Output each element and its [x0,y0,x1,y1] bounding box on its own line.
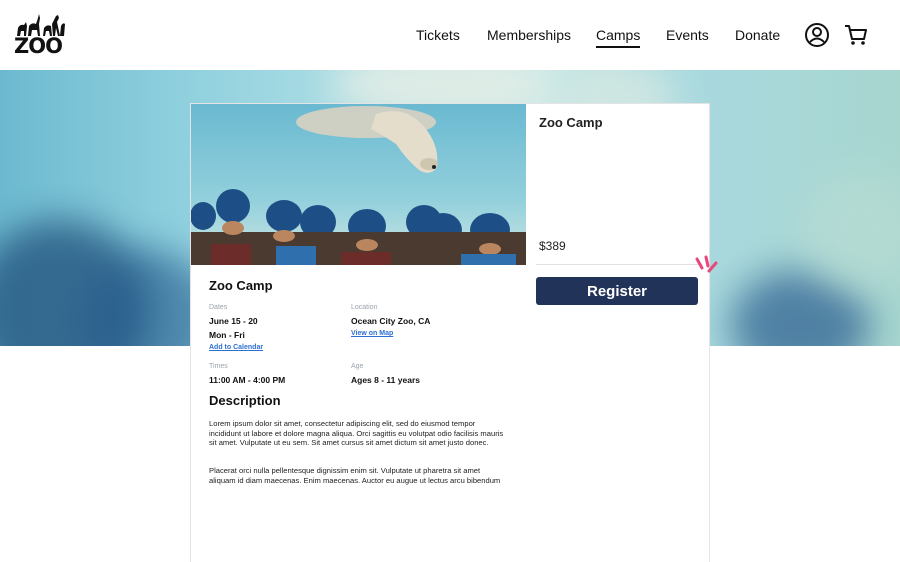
account-button[interactable] [804,22,830,48]
product-price: $389 [539,239,566,253]
divider [536,264,701,265]
camp-photo [191,104,526,265]
logo-text: ZOO [14,34,63,58]
age-label: Age [351,363,364,370]
location-value: Ocean City Zoo, CA [351,316,431,326]
product-title: Zoo Camp [539,115,603,130]
cart-button[interactable] [843,22,869,48]
times-value: 11:00 AM - 4:00 PM [209,375,286,385]
nav-camps[interactable]: Camps [596,25,641,48]
purchase-panel: Zoo Camp $389 [526,104,711,304]
description-paragraph: Lorem ipsum dolor sit amet, consectetur … [209,419,504,448]
nav-memberships[interactable]: Memberships [487,25,571,45]
site-header: ZOO Tickets Memberships Camps Events Don… [0,0,900,70]
days-value: Mon - Fri [209,330,245,340]
dates-label: Dates [209,304,228,311]
sparkle-icon [695,255,718,273]
view-on-map-link[interactable]: View on Map [351,330,393,337]
nav-tickets[interactable]: Tickets [416,25,460,45]
description-paragraph: Placerat orci nulla pellentesque digniss… [209,466,501,485]
camp-card: Zoo Camp $389 Register Zoo Camp Dates Ju… [190,103,718,562]
description-title: Description [209,393,281,408]
shopping-cart-icon [845,25,867,45]
location-label: Location [351,304,378,311]
nav-events[interactable]: Events [666,25,709,45]
age-value: Ages 8 - 11 years [351,375,420,385]
polar-bear-photo [191,104,526,265]
camp-title: Zoo Camp [209,278,273,293]
times-label: Times [209,363,228,370]
nav-donate[interactable]: Donate [735,25,780,45]
dates-value: June 15 - 20 [209,316,258,326]
register-button[interactable]: Register [536,277,698,305]
user-circle-icon [805,23,829,47]
zoo-logo[interactable]: ZOO [14,12,66,58]
add-to-calendar-link[interactable]: Add to Calendar [209,344,263,351]
